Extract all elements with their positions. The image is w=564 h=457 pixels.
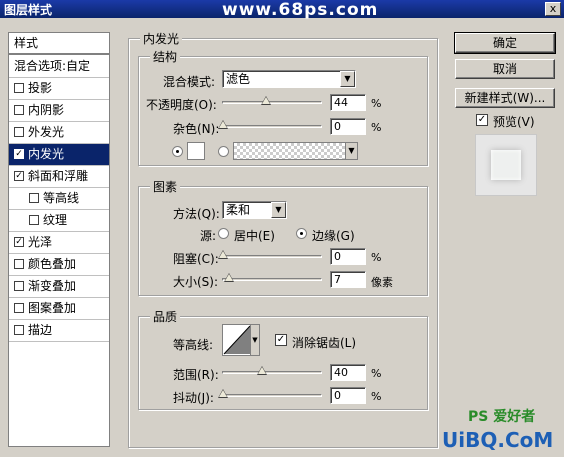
elements-title: 图素 (150, 178, 181, 195)
technique-select[interactable]: 柔和 ▼ (222, 201, 287, 219)
chevron-down-icon: ▼ (271, 202, 286, 218)
antialias-checkbox[interactable]: ✓ (275, 334, 287, 346)
choke-input[interactable]: 0 (330, 248, 366, 265)
size-slider-thumb[interactable] (224, 273, 234, 282)
range-slider-thumb[interactable] (257, 366, 267, 375)
outer-glow-checkbox[interactable] (14, 126, 24, 137)
range-label: 范围(R): (173, 368, 219, 382)
linear-contour-icon (223, 325, 251, 355)
preview-thumbnail (475, 134, 537, 196)
satin-checkbox[interactable]: ✓ (14, 236, 24, 247)
sidebar-item-color-overlay[interactable]: 颜色叠加 (9, 254, 109, 276)
style-list-header[interactable]: 样式 (9, 33, 109, 55)
sidebar-item-gradient-overlay[interactable]: 渐变叠加 (9, 276, 109, 298)
gradient-overlay-checkbox[interactable] (14, 280, 24, 291)
texture-checkbox[interactable] (29, 214, 39, 225)
size-unit: 像素 (371, 276, 393, 289)
cancel-button[interactable]: 取消 (455, 59, 555, 79)
bevel-emboss-checkbox[interactable]: ✓ (14, 170, 24, 181)
stroke-checkbox[interactable] (14, 324, 24, 335)
chevron-down-icon[interactable]: ▼ (250, 325, 259, 355)
sidebar-item-texture[interactable]: 纹理 (9, 210, 109, 232)
preview-label[interactable]: 预览(V) (493, 113, 535, 130)
source-center-label[interactable]: 居中(E) (234, 227, 275, 244)
contour-picker[interactable]: ▼ (222, 324, 260, 356)
jitter-label: 抖动(J): (173, 391, 214, 405)
source-label: 源: (200, 229, 217, 243)
watermark-text: www.68ps.com (222, 0, 379, 20)
sidebar-item-bevel-emboss[interactable]: ✓ 斜面和浮雕 (9, 166, 109, 188)
sidebar-item-drop-shadow[interactable]: 投影 (9, 78, 109, 100)
source-edge-label[interactable]: 边缘(G) (312, 227, 355, 244)
size-label: 大小(S): (173, 275, 219, 289)
new-style-button[interactable]: 新建样式(W)... (455, 88, 555, 108)
quality-title: 品质 (150, 308, 181, 325)
jitter-slider-thumb[interactable] (218, 389, 228, 398)
noise-label: 杂色(N): (173, 122, 220, 136)
inner-shadow-checkbox[interactable] (14, 104, 24, 115)
choke-unit: % (371, 251, 382, 264)
opacity-unit: % (371, 97, 382, 110)
site-logo: PS 爱好者 (468, 409, 536, 425)
technique-label: 方法(Q): (173, 207, 220, 221)
source-center-radio[interactable] (218, 228, 229, 239)
close-button[interactable]: x (545, 2, 561, 16)
sidebar-item-inner-shadow[interactable]: 内阴影 (9, 100, 109, 122)
chevron-down-icon[interactable]: ▼ (345, 143, 357, 159)
size-slider[interactable] (222, 273, 322, 287)
pattern-overlay-checkbox[interactable] (14, 302, 24, 313)
noise-slider[interactable] (218, 120, 322, 134)
chevron-down-icon: ▼ (340, 71, 355, 87)
style-list: 样式 混合选项:自定 投影 内阴影 外发光 ✓ 内发光 ✓ 斜面和浮雕 等高线 纹理… (8, 32, 110, 447)
opacity-slider-thumb[interactable] (261, 96, 271, 105)
sidebar-item-satin[interactable]: ✓ 光泽 (9, 232, 109, 254)
opacity-input[interactable]: 44 (330, 94, 366, 111)
range-unit: % (371, 367, 382, 380)
ok-button[interactable]: 确定 (454, 32, 556, 54)
color-overlay-checkbox[interactable] (14, 258, 24, 269)
choke-label: 阻塞(C): (173, 252, 219, 266)
solid-color-radio[interactable] (172, 146, 183, 157)
noise-input[interactable]: 0 (330, 118, 366, 135)
blend-mode-label: 混合模式: (163, 75, 216, 89)
sidebar-item-outer-glow[interactable]: 外发光 (9, 122, 109, 144)
range-input[interactable]: 40 (330, 364, 366, 381)
glow-color-swatch[interactable] (187, 142, 205, 160)
choke-slider-thumb[interactable] (218, 250, 228, 259)
source-edge-radio[interactable] (296, 228, 307, 239)
noise-unit: % (371, 121, 382, 134)
opacity-slider[interactable] (222, 96, 322, 110)
contour-checkbox[interactable] (29, 192, 39, 203)
antialias-label[interactable]: 消除锯齿(L) (292, 334, 356, 351)
sidebar-item-stroke[interactable]: 描边 (9, 320, 109, 342)
drop-shadow-checkbox[interactable] (14, 82, 24, 93)
sidebar-item-blending-options[interactable]: 混合选项:自定 (9, 56, 109, 78)
choke-slider[interactable] (218, 250, 322, 264)
sidebar-item-pattern-overlay[interactable]: 图案叠加 (9, 298, 109, 320)
gradient-radio[interactable] (218, 146, 229, 157)
sidebar-item-contour[interactable]: 等高线 (9, 188, 109, 210)
opacity-label: 不透明度(O): (146, 98, 217, 112)
contour-label: 等高线: (173, 338, 214, 352)
structure-title: 结构 (150, 48, 181, 65)
panel-title: 内发光 (140, 30, 183, 47)
inner-glow-checkbox[interactable]: ✓ (14, 148, 24, 159)
gradient-picker[interactable]: ▼ (233, 142, 358, 160)
title-bar: 图层样式 www.68ps.com x (0, 0, 564, 20)
preview-checkbox[interactable]: ✓ (476, 114, 488, 126)
jitter-input[interactable]: 0 (330, 387, 366, 404)
size-input[interactable]: 7 (330, 271, 366, 288)
range-slider[interactable] (222, 366, 322, 380)
jitter-slider[interactable] (218, 389, 322, 403)
brand-text: UiBQ.CoM (442, 428, 554, 452)
blend-mode-select[interactable]: 滤色 ▼ (222, 70, 356, 88)
noise-slider-thumb[interactable] (218, 120, 228, 129)
window-title: 图层样式 (4, 3, 53, 17)
sidebar-item-inner-glow[interactable]: ✓ 内发光 (9, 144, 109, 166)
jitter-unit: % (371, 390, 382, 403)
